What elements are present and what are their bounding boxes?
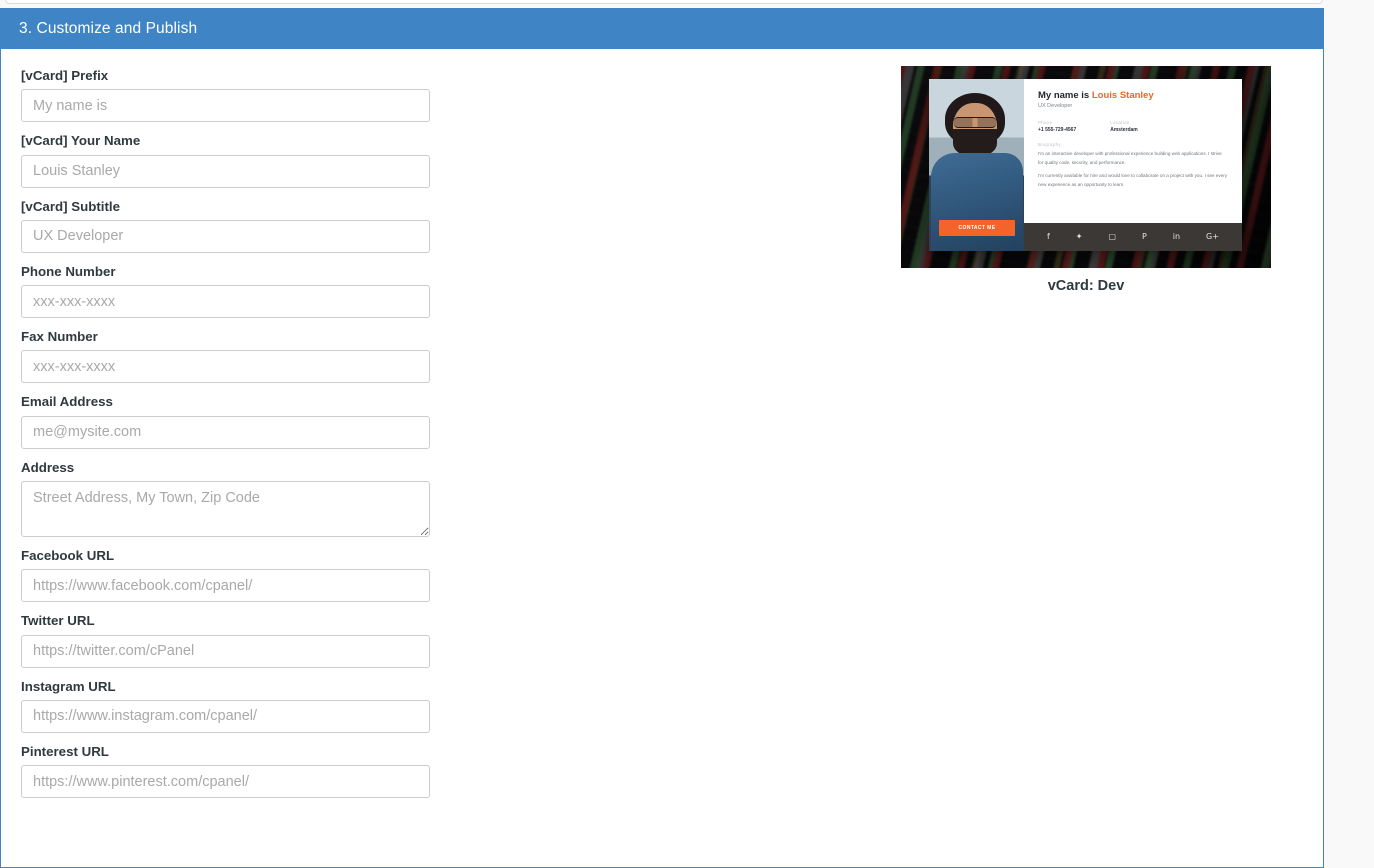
input-vcard-subtitle[interactable] xyxy=(21,219,430,253)
vcard-bio-paragraph-2: I'm currently available for hire and wou… xyxy=(1038,173,1228,187)
vcard-mockup: CONTACT ME My name is Louis Stanley UX D… xyxy=(929,79,1242,251)
vcard-phone-block: Phone +1 555-729-4567 xyxy=(1038,120,1076,133)
input-fax-number[interactable] xyxy=(21,350,430,384)
vcard-dev-preview-image: CONTACT ME My name is Louis Stanley UX D… xyxy=(901,66,1271,268)
label-pinterest-url: Pinterest URL xyxy=(21,743,109,759)
vcard-meta-row: Phone +1 555-729-4567 Location Amsterdam xyxy=(1038,120,1228,133)
input-email-address[interactable] xyxy=(21,415,430,449)
input-instagram-url[interactable] xyxy=(21,699,430,733)
label-instagram-url: Instagram URL xyxy=(21,678,116,694)
field-pinterest-url: Pinterest URL xyxy=(21,743,901,799)
facebook-icon: f xyxy=(1046,232,1050,241)
label-vcard-your-name: [vCard] Your Name xyxy=(21,133,141,149)
pinterest-icon: P xyxy=(1141,232,1147,241)
portrait-shirt xyxy=(931,153,1023,251)
field-vcard-prefix: [vCard] Prefix xyxy=(21,67,901,123)
label-vcard-prefix: [vCard] Prefix xyxy=(21,68,109,83)
instagram-icon: ▢ xyxy=(1108,232,1117,241)
label-fax-number: Fax Number xyxy=(21,329,98,345)
field-address: Address xyxy=(21,459,901,537)
twitter-icon: ✦ xyxy=(1075,232,1083,241)
panel-header: 3. Customize and Publish xyxy=(1,8,1323,49)
template-preview[interactable]: CONTACT ME My name is Louis Stanley UX D… xyxy=(901,66,1271,294)
customize-form: [vCard] Prefix [vCard] Your Name [vCard]… xyxy=(1,49,901,808)
vcard-phone-value: +1 555-729-4567 xyxy=(1038,127,1077,134)
linkedin-icon: in xyxy=(1172,232,1181,241)
vcard-phone-label: Phone xyxy=(1038,120,1053,126)
field-email-address: Email Address xyxy=(21,393,901,449)
input-address[interactable] xyxy=(21,480,430,537)
input-vcard-your-name[interactable] xyxy=(21,154,430,188)
input-phone-number[interactable] xyxy=(21,285,430,319)
label-phone-number: Phone Number xyxy=(21,263,116,279)
page-title: 3. Customize and Publish xyxy=(19,19,198,37)
label-facebook-url: Facebook URL xyxy=(21,547,115,563)
vcard-bio-paragraph-1: I'm an interactive developer with profes… xyxy=(1038,151,1222,165)
contact-me-button: CONTACT ME xyxy=(939,220,1015,236)
vcard-name-line: My name is Louis Stanley xyxy=(1038,90,1228,101)
field-phone-number: Phone Number xyxy=(21,263,901,319)
vcard-subtitle: UX Developer xyxy=(1038,103,1073,110)
label-email-address: Email Address xyxy=(21,394,113,410)
vcard-name-prefix: My name is xyxy=(1038,90,1090,101)
vcard-biography-label: Biography xyxy=(1038,142,1061,148)
input-facebook-url[interactable] xyxy=(21,569,430,603)
input-pinterest-url[interactable] xyxy=(21,765,430,799)
input-twitter-url[interactable] xyxy=(21,634,430,668)
vcard-location-value: Amsterdam xyxy=(1110,127,1138,134)
field-twitter-url: Twitter URL xyxy=(21,612,901,668)
label-twitter-url: Twitter URL xyxy=(21,613,95,629)
label-address: Address xyxy=(21,459,75,475)
vcard-info: My name is Louis Stanley UX Developer Ph… xyxy=(1024,79,1242,223)
vcard-details: My name is Louis Stanley UX Developer Ph… xyxy=(1024,79,1242,251)
field-facebook-url: Facebook URL xyxy=(21,547,901,603)
template-preview-caption: vCard: Dev xyxy=(1047,278,1125,294)
field-vcard-your-name: [vCard] Your Name xyxy=(21,132,901,188)
vcard-name: Louis Stanley xyxy=(1091,90,1154,101)
glasses-icon xyxy=(954,117,996,128)
label-vcard-subtitle: [vCard] Subtitle xyxy=(21,198,120,214)
input-vcard-prefix[interactable] xyxy=(21,89,430,123)
vcard-location-label: Location xyxy=(1110,120,1130,126)
panel-body: [vCard] Prefix [vCard] Your Name [vCard]… xyxy=(1,49,1323,808)
field-vcard-subtitle: [vCard] Subtitle xyxy=(21,198,901,253)
googleplus-icon: G+ xyxy=(1206,232,1219,241)
previous-panel-edge xyxy=(5,0,1323,4)
vcard-location-block: Location Amsterdam xyxy=(1110,120,1138,133)
field-fax-number: Fax Number xyxy=(21,328,901,384)
vcard-photo: CONTACT ME xyxy=(929,79,1024,251)
template-preview-column: CONTACT ME My name is Louis Stanley UX D… xyxy=(901,49,1301,294)
customize-and-publish-panel: 3. Customize and Publish [vCard] Prefix … xyxy=(0,8,1324,868)
field-instagram-url: Instagram URL xyxy=(21,678,901,733)
vcard-social-bar: f ✦ ▢ P in G+ xyxy=(1024,223,1242,251)
